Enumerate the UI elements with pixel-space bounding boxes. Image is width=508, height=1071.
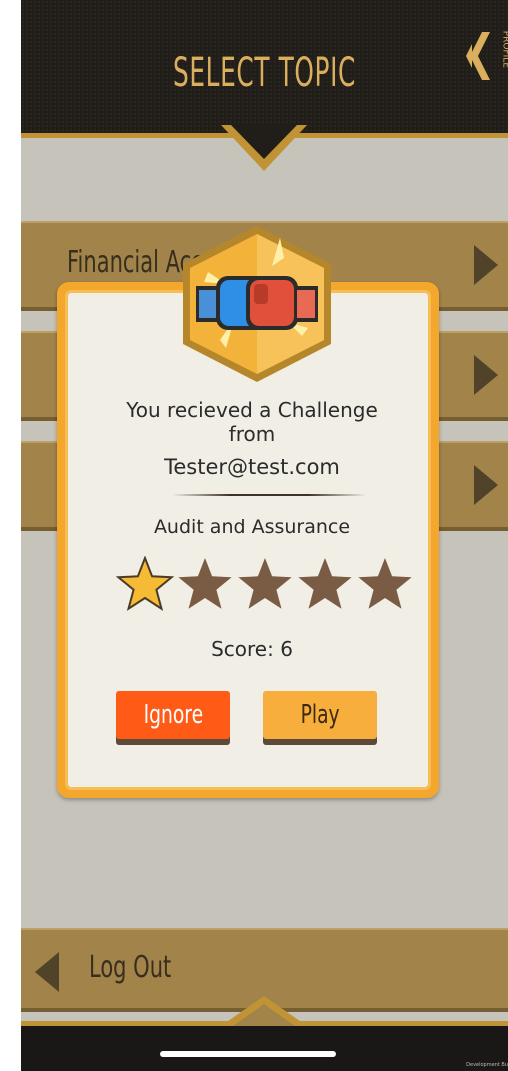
challenge-message: You recieved a Challenge [126, 398, 378, 422]
development-build-label: Development Bu [466, 1062, 508, 1068]
challenge-message-from: from [228, 422, 276, 446]
star-empty-icon [298, 558, 352, 609]
ignore-label: Ignore [143, 700, 203, 730]
star-rating [116, 556, 412, 611]
ignore-button[interactable]: Ignore [116, 691, 230, 739]
boxing-gloves-icon [183, 226, 331, 382]
star-empty-icon [358, 558, 412, 609]
home-indicator[interactable] [160, 1051, 336, 1057]
star-filled-icon [116, 556, 175, 611]
play-button[interactable]: Play [263, 691, 377, 739]
challenge-topic: Audit and Assurance [153, 516, 351, 538]
sender-email: Tester@test.com [164, 455, 340, 479]
star-empty-icon [238, 558, 292, 609]
dialog-divider [172, 494, 366, 496]
play-label: Play [300, 700, 340, 730]
star-empty-icon [178, 558, 232, 609]
score-text: Score: 6 [211, 637, 293, 661]
